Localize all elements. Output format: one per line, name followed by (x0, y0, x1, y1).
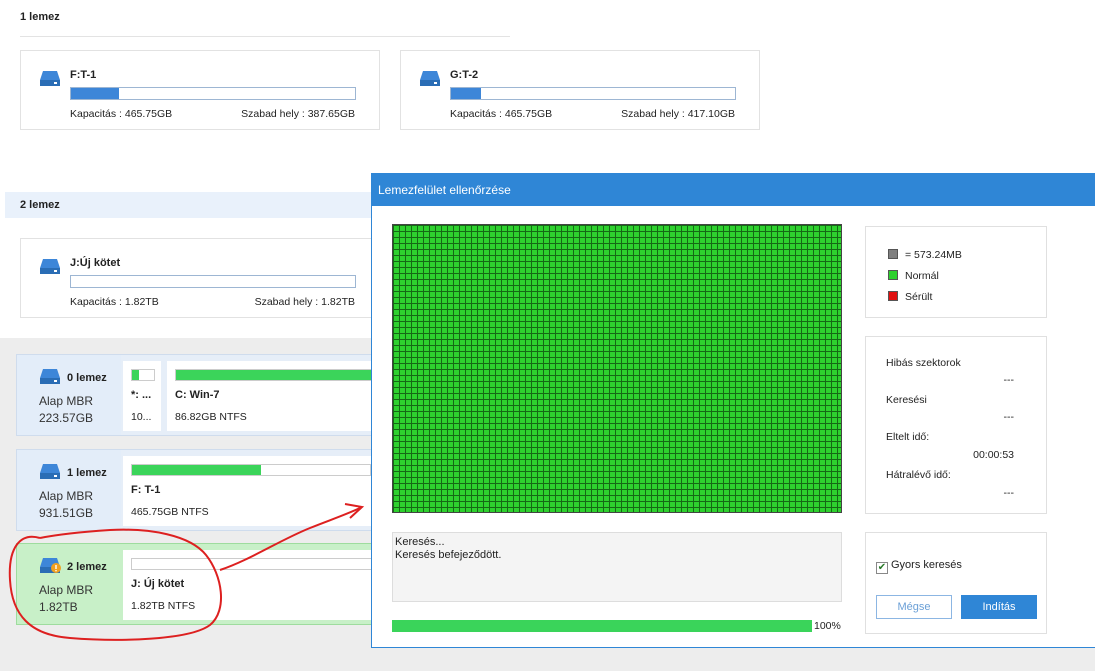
partition-name: C: Win-7 (175, 389, 220, 401)
partition-usage-bar (131, 464, 371, 476)
elapsed-label: Eltelt idő: (886, 431, 930, 443)
remaining-value: --- (1003, 487, 1015, 499)
divider (20, 36, 510, 37)
volume-name: G:T-2 (450, 69, 479, 81)
log-line: Keresés... (395, 536, 445, 548)
disk-name: 1 lemez (67, 467, 107, 479)
legend-normal: Normál (888, 270, 939, 282)
volume-usage-bar (450, 87, 736, 100)
legend-damaged-text: Sérült (905, 291, 933, 303)
partition-usage-bar (131, 369, 155, 381)
scan-progress-bar (392, 620, 812, 632)
volume-free-space: Szabad hely : 387.65GB (241, 108, 355, 120)
volume-free-space: Szabad hely : 1.82TB (254, 296, 355, 308)
volume-card-g[interactable]: G:T-2 Kapacitás : 465.75GB Szabad hely :… (400, 50, 760, 130)
options-panel: ✔ Gyors keresés Mégse Indítás (865, 532, 1047, 634)
usage-fill (71, 88, 120, 99)
disk-type: Alap MBR (39, 394, 94, 408)
disk-2-heading: 2 lemez (20, 199, 60, 211)
bad-sectors-label: Hibás szektorok (886, 357, 961, 369)
stats-panel: Hibás szektorok --- Keresési --- Eltelt … (865, 336, 1047, 514)
drive-icon (39, 69, 61, 90)
disk-name: 0 lemez (67, 372, 107, 384)
disk-1-heading: 1 lemez (20, 11, 60, 23)
disk-icon (39, 462, 61, 483)
surface-test-dialog: Lemezfelület ellenőrzése = 573.24MB Norm… (371, 173, 1095, 648)
legend-normal-text: Normál (905, 270, 939, 282)
volume-name: F:T-1 (70, 69, 97, 81)
drive-icon (39, 257, 61, 278)
dialog-title: Lemezfelület ellenőrzése (372, 174, 1095, 206)
search-value: --- (1003, 411, 1015, 423)
green-swatch (888, 270, 898, 280)
checkmark-icon[interactable]: ✔ (876, 562, 888, 574)
volume-capacity: Kapacitás : 465.75GB (450, 108, 553, 120)
quick-search-checkbox[interactable]: ✔ Gyors keresés (876, 559, 962, 574)
volume-name: J:Új kötet (70, 257, 121, 269)
partition-info: 10... (131, 411, 152, 423)
disk-label: 0 lemez Alap MBR 223.57GB (17, 355, 121, 435)
volume-card-j[interactable]: J:Új kötet Kapacitás : 1.82TB Szabad hel… (20, 238, 380, 318)
partition-name: *: ... (131, 389, 152, 401)
partition-info: 86.82GB NTFS (175, 411, 247, 423)
gray-swatch (888, 249, 898, 259)
search-label: Keresési (886, 394, 927, 406)
disk-icon (39, 367, 61, 388)
partition-block[interactable]: *: ... 10... (123, 361, 161, 431)
disk-size: 223.57GB (39, 411, 94, 425)
quick-search-label: Gyors keresés (891, 559, 962, 571)
scan-log: Keresés... Keresés befejeződött. (392, 532, 842, 602)
legend-block-size-text: = 573.24MB (905, 249, 962, 261)
volume-free-space: Szabad hely : 417.10GB (621, 108, 735, 120)
cancel-button[interactable]: Mégse (876, 595, 952, 619)
sector-block-grid (392, 224, 842, 513)
annotation-drawing (8, 503, 365, 641)
elapsed-value: 00:00:53 (973, 449, 1014, 461)
volume-card-f[interactable]: F:T-1 Kapacitás : 465.75GB Szabad hely :… (20, 50, 380, 130)
volume-capacity: Kapacitás : 1.82TB (70, 296, 159, 308)
start-button[interactable]: Indítás (961, 595, 1037, 619)
bad-sectors-value: --- (1003, 374, 1015, 386)
volume-usage-bar (70, 275, 356, 288)
legend-panel: = 573.24MB Normál Sérült (865, 226, 1047, 318)
legend-damaged: Sérült (888, 291, 932, 303)
red-swatch (888, 291, 898, 301)
usage-fill (132, 370, 139, 380)
log-line: Keresés befejeződött. (395, 549, 502, 561)
drive-icon (419, 69, 441, 90)
volume-usage-bar (70, 87, 356, 100)
volume-capacity: Kapacitás : 465.75GB (70, 108, 173, 120)
usage-fill (451, 88, 481, 99)
remaining-label: Hátralévő idő: (886, 469, 951, 481)
progress-percent: 100% (814, 620, 841, 632)
legend-block-size: = 573.24MB (888, 249, 962, 261)
usage-fill (132, 465, 261, 475)
